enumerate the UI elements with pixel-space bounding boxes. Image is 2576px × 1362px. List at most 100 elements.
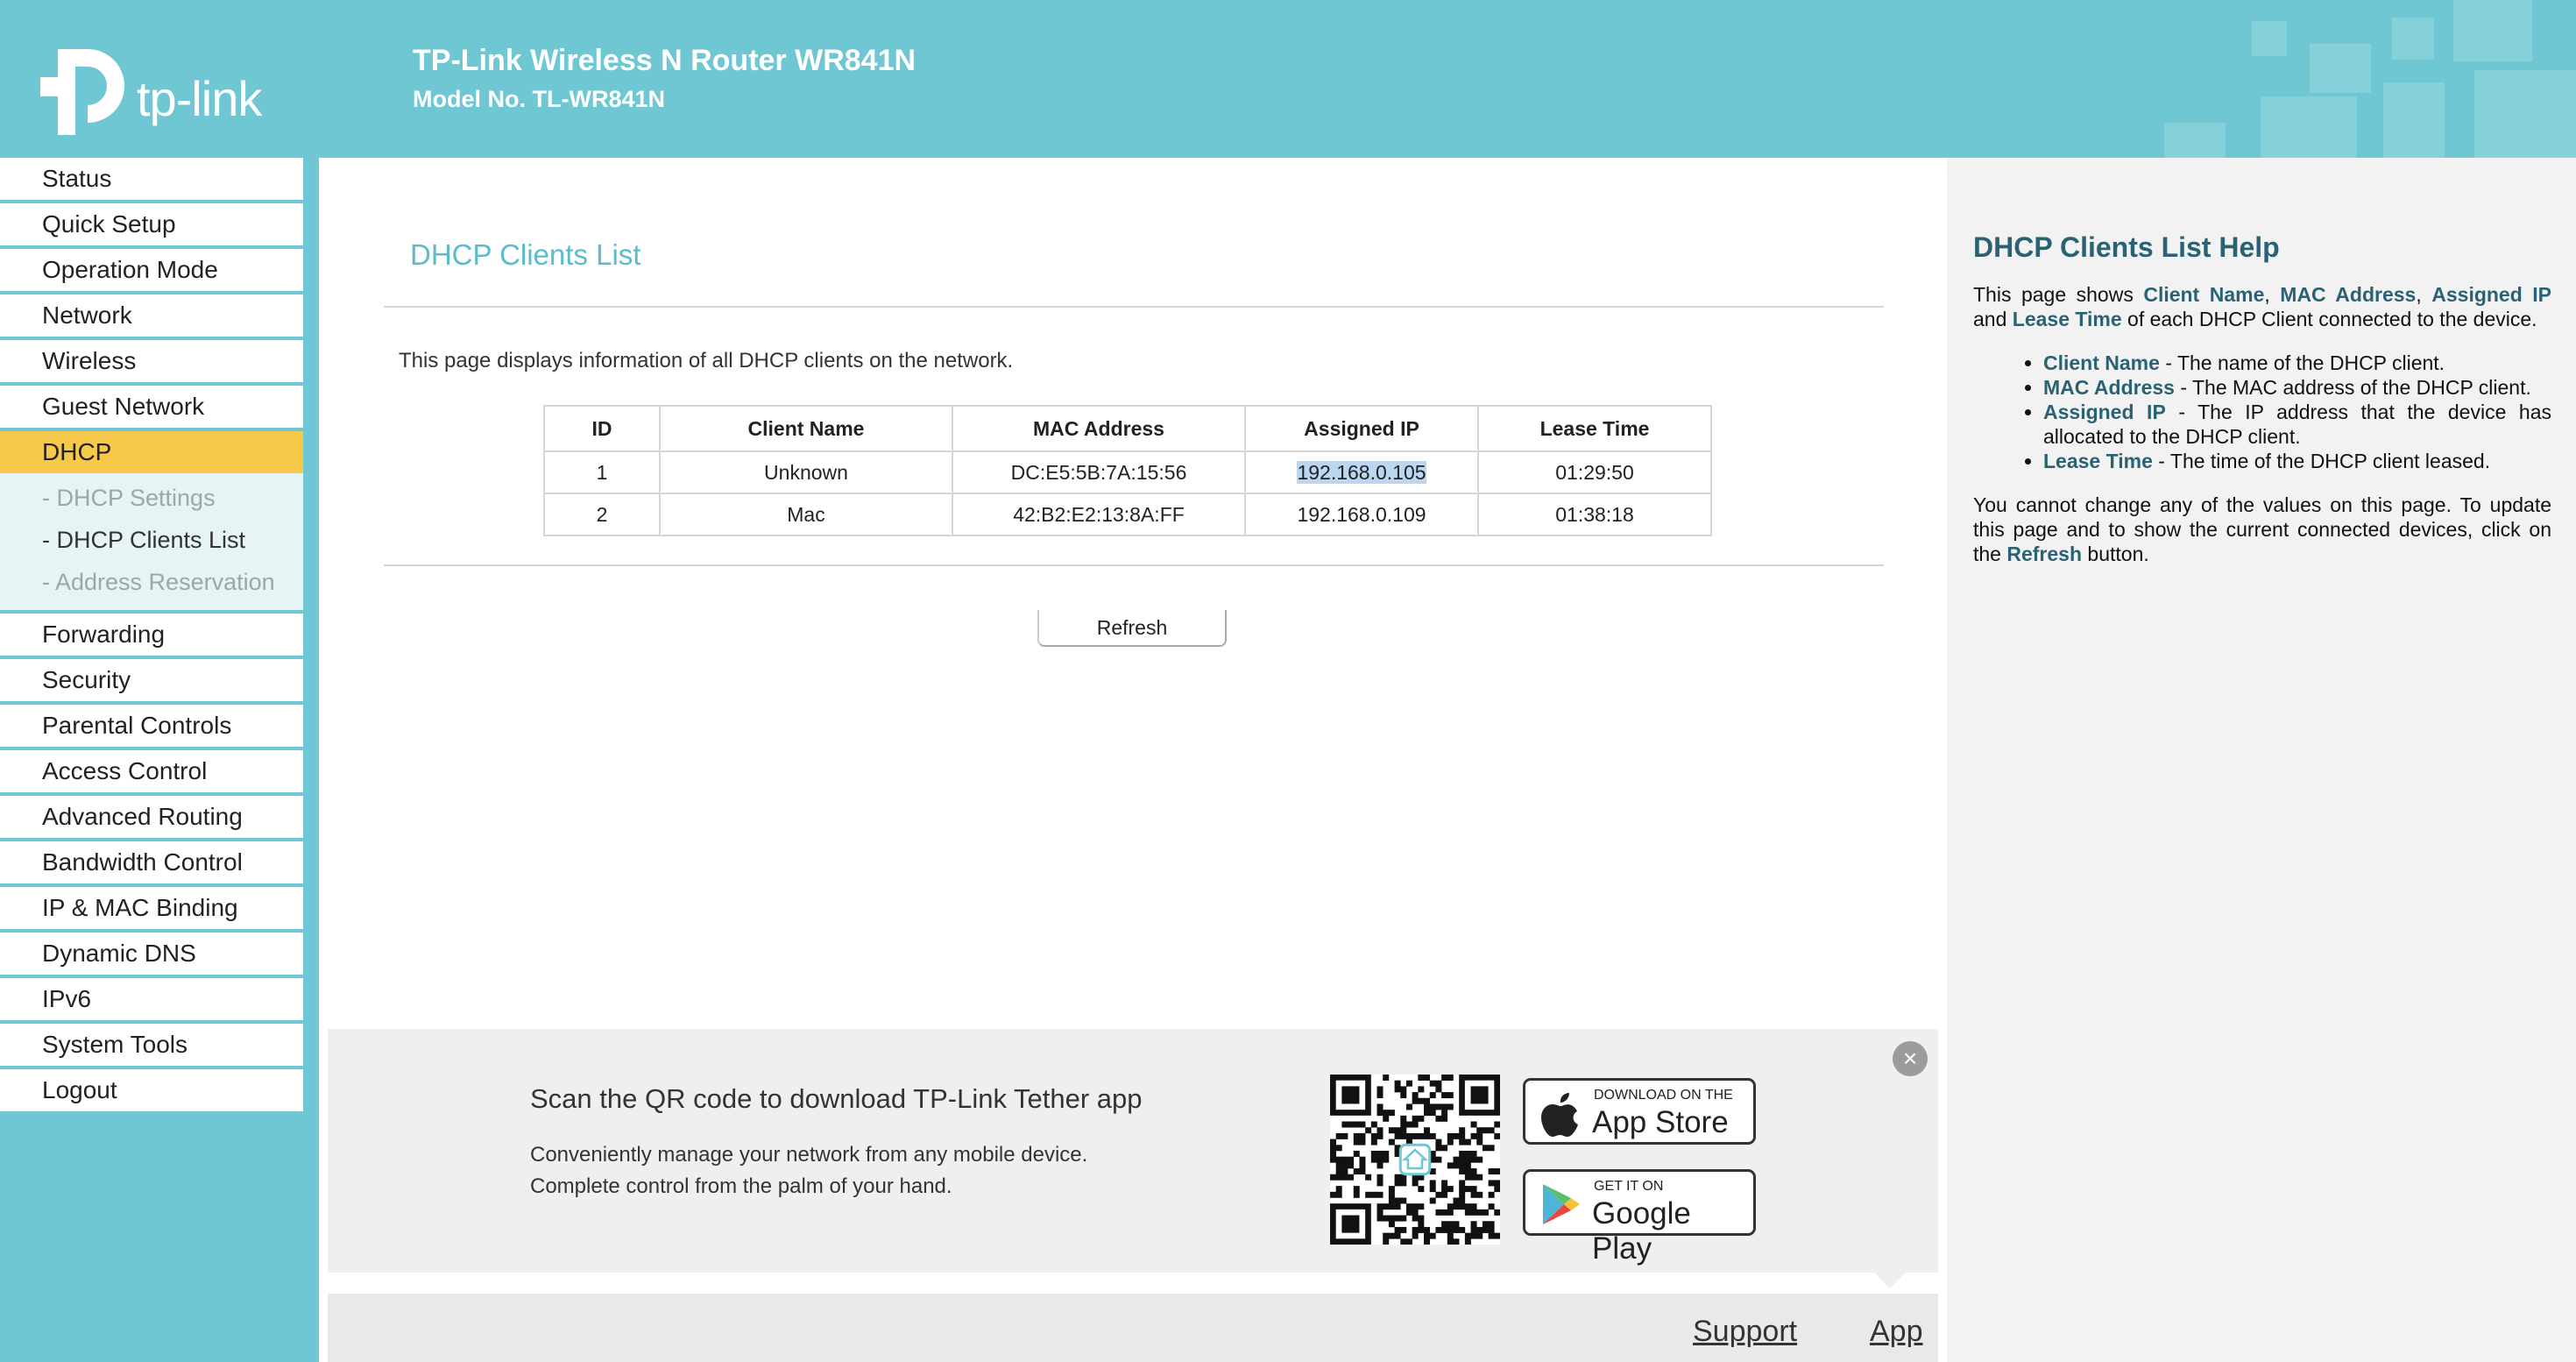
help-list-item: Lease Time - The time of the DHCP client… [2043, 449, 2551, 473]
promo-text-line: Conveniently manage your network from an… [530, 1143, 1088, 1167]
sidebar-item-network[interactable]: Network [0, 294, 303, 337]
promo-title: Scan the QR code to download TP-Link Tet… [530, 1083, 1143, 1114]
help-text: This page shows [1973, 283, 2144, 306]
help-outro: You cannot change any of the values on t… [1973, 493, 2551, 566]
sidebar-item-dhcp[interactable]: DHCP [0, 431, 303, 473]
sidebar-item-ipv6[interactable]: IPv6 [0, 978, 303, 1020]
sidebar-item-logout[interactable]: Logout [0, 1069, 303, 1111]
cell-client-name: Unknown [659, 450, 953, 494]
column-header-lease-time: Lease Time [1477, 405, 1712, 452]
bottom-bar: Support App [328, 1294, 1938, 1362]
divider [384, 564, 1884, 566]
promo-text-line: Complete control from the palm of your h… [530, 1174, 952, 1198]
header-decor [2261, 96, 2357, 158]
help-body: This page shows Client Name, MAC Address… [1973, 282, 2551, 566]
column-header-id: ID [543, 405, 661, 452]
app-store-label: App Store [1592, 1105, 1729, 1139]
divider [384, 306, 1884, 308]
help-term: Assigned IP [2043, 401, 2166, 423]
help-title: DHCP Clients List Help [1973, 231, 2280, 263]
qr-code [1330, 1075, 1501, 1245]
cell-lease-time: 01:38:18 [1477, 493, 1712, 536]
router-title: TP-Link Wireless N Router WR841N [413, 44, 916, 77]
tplink-logo: tp-link [40, 44, 277, 135]
submenu-address-reservation[interactable]: - Address Reservation [0, 561, 303, 603]
help-text: and [1973, 308, 2013, 330]
help-list-item: MAC Address - The MAC address of the DHC… [2043, 375, 2551, 400]
cell-client-name: Mac [659, 493, 953, 536]
sidebar-item-quick-setup[interactable]: Quick Setup [0, 203, 303, 245]
help-panel: DHCP Clients List Help This page shows C… [1947, 158, 2576, 1362]
tplink-logo-icon [40, 48, 125, 135]
header-decor [2164, 123, 2226, 158]
header-decor [2453, 0, 2532, 61]
help-term: MAC Address [2280, 283, 2417, 306]
help-text: - The name of the DHCP client. [2159, 351, 2445, 374]
cell-assigned-ip: 192.168.0.105 [1244, 450, 1479, 494]
submenu-dhcp-clients-list[interactable]: - DHCP Clients List [0, 519, 303, 561]
support-link[interactable]: Support [1693, 1315, 1797, 1349]
sidebar-item-operation-mode[interactable]: Operation Mode [0, 249, 303, 291]
cell-assigned-ip: 192.168.0.109 [1244, 493, 1479, 536]
page-description: This page displays information of all DH… [399, 349, 1014, 372]
app-link[interactable]: App [1870, 1315, 1923, 1349]
app-store-button[interactable]: DOWNLOAD ON THE App Store [1523, 1078, 1756, 1145]
column-header-client-name: Client Name [659, 405, 953, 452]
help-term: Client Name [2143, 283, 2265, 306]
sidebar-item-bandwidth-control[interactable]: Bandwidth Control [0, 841, 303, 883]
cell-id: 1 [543, 450, 661, 494]
dhcp-submenu: - DHCP Settings - DHCP Clients List - Ad… [0, 473, 303, 610]
table-row: 1 Unknown DC:E5:5B:7A:15:56 192.168.0.10… [543, 450, 1712, 494]
sidebar-item-security[interactable]: Security [0, 659, 303, 701]
sidebar-item-guest-network[interactable]: Guest Network [0, 386, 303, 428]
cell-id: 2 [543, 493, 661, 536]
header-decor [2310, 44, 2371, 93]
header-decor [2474, 70, 2576, 158]
help-term: Refresh [2006, 543, 2083, 565]
apple-icon [1541, 1093, 1578, 1137]
help-text: - The MAC address of the DHCP client. [2174, 376, 2531, 399]
logo-text: tp-link [137, 71, 262, 126]
column-header-mac-address: MAC Address [952, 405, 1246, 452]
selected-ip-text: 192.168.0.105 [1297, 460, 1426, 484]
help-text: , [2264, 283, 2281, 306]
help-list: Client Name - The name of the DHCP clien… [1973, 351, 2551, 473]
google-play-button[interactable]: GET IT ON Google Play [1523, 1169, 1756, 1266]
help-term: Lease Time [2043, 450, 2153, 472]
help-term: Assigned IP [2431, 283, 2552, 306]
help-term: MAC Address [2043, 376, 2175, 399]
sidebar-item-advanced-routing[interactable]: Advanced Routing [0, 796, 303, 838]
sidebar-item-status[interactable]: Status [0, 158, 303, 200]
cell-lease-time: 01:29:50 [1477, 450, 1712, 494]
help-list-item: Assigned IP - The IP address that the de… [2043, 400, 2551, 449]
submenu-dhcp-settings[interactable]: - DHCP Settings [0, 477, 303, 519]
sidebar-item-forwarding[interactable]: Forwarding [0, 614, 303, 656]
table-row: 2 Mac 42:B2:E2:13:8A:FF 192.168.0.109 01… [543, 493, 1712, 536]
header: tp-link TP-Link Wireless N Router WR841N… [0, 0, 2576, 158]
sidebar-item-parental-controls[interactable]: Parental Controls [0, 705, 303, 747]
help-text: button. [2082, 543, 2149, 565]
sidebar-item-wireless[interactable]: Wireless [0, 340, 303, 382]
promo-pointer [1874, 1273, 1906, 1288]
sidebar-item-dynamic-dns[interactable]: Dynamic DNS [0, 933, 303, 975]
help-term: Lease Time [2012, 308, 2122, 330]
google-play-label: Google Play [1592, 1196, 1691, 1266]
help-term: Client Name [2043, 351, 2160, 374]
table-header-row: ID Client Name MAC Address Assigned IP L… [543, 405, 1712, 452]
refresh-button[interactable]: Refresh [1037, 610, 1227, 647]
close-icon[interactable]: × [1893, 1041, 1928, 1076]
sidebar-nav: Status Quick Setup Operation Mode Networ… [0, 158, 303, 1115]
model-number: Model No. TL-WR841N [413, 86, 665, 112]
sidebar-item-system-tools[interactable]: System Tools [0, 1024, 303, 1066]
help-text: , [2416, 283, 2432, 306]
help-list-item: Client Name - The name of the DHCP clien… [2043, 351, 2551, 375]
help-text: - The time of the DHCP client leased. [2152, 450, 2491, 472]
cell-mac-address: 42:B2:E2:13:8A:FF [952, 493, 1246, 536]
header-decor [2383, 82, 2445, 158]
sidebar-item-ip-mac-binding[interactable]: IP & MAC Binding [0, 887, 303, 929]
tether-app-promo: Scan the QR code to download TP-Link Tet… [328, 1029, 1938, 1273]
cell-mac-address: DC:E5:5B:7A:15:56 [952, 450, 1246, 494]
help-text: of each DHCP Client connected to the dev… [2121, 308, 2537, 330]
header-decor [2252, 21, 2287, 56]
sidebar-item-access-control[interactable]: Access Control [0, 750, 303, 792]
